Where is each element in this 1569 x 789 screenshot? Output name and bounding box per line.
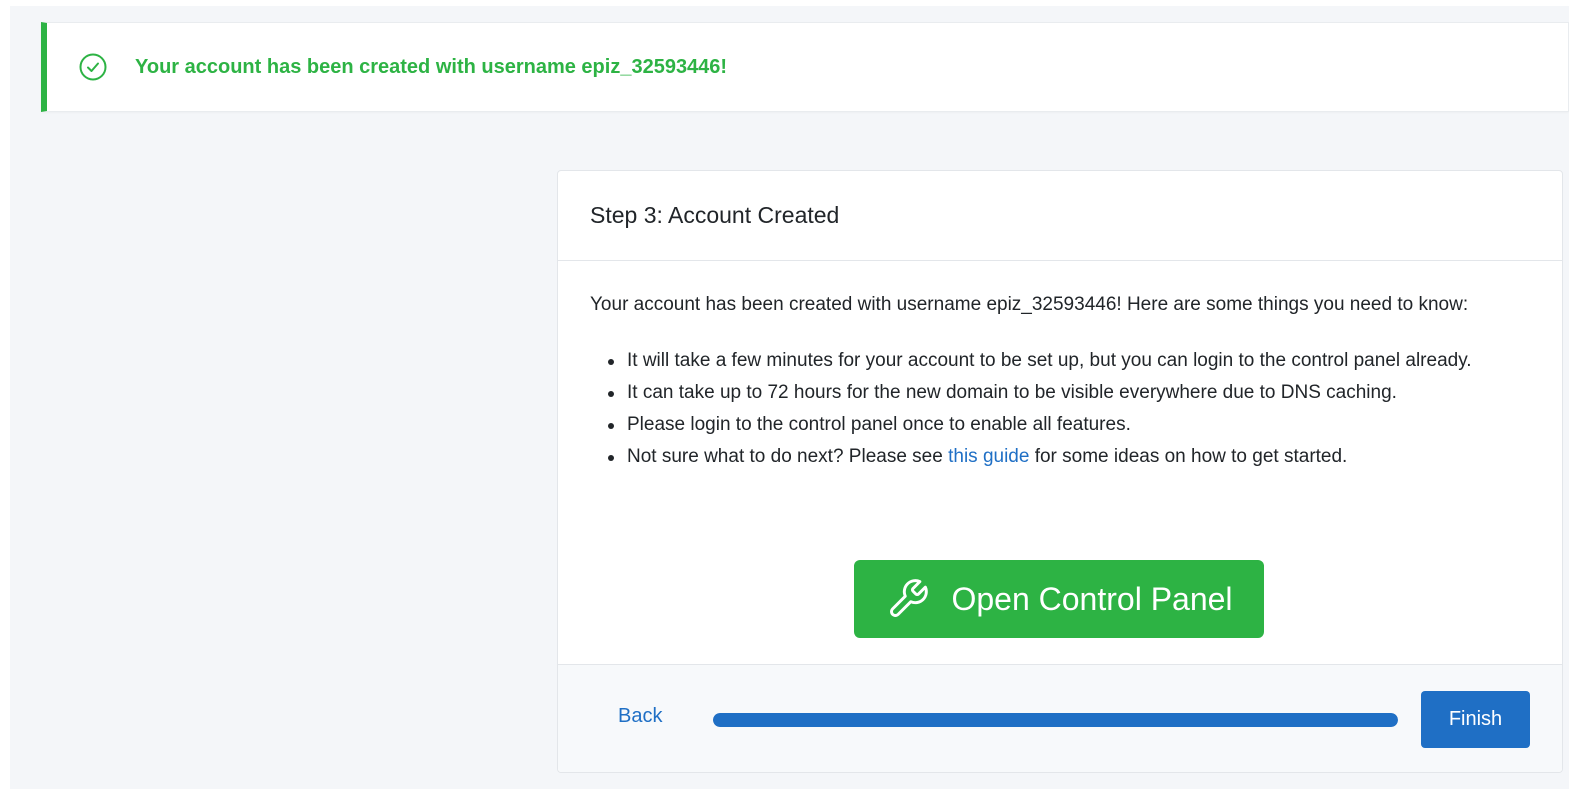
progress-bar	[713, 713, 1398, 727]
left-strip	[0, 0, 10, 789]
open-control-panel-button[interactable]: Open Control Panel	[854, 560, 1264, 638]
open-control-panel-label: Open Control Panel	[951, 580, 1233, 617]
top-strip	[0, 0, 1569, 6]
list-item: Not sure what to do next? Please see thi…	[608, 441, 1530, 473]
wrench-icon	[885, 576, 931, 622]
intro-text: Your account has been created with usern…	[590, 294, 1469, 315]
back-button[interactable]: Back	[618, 705, 662, 728]
list-item: Please login to the control panel once t…	[608, 409, 1530, 441]
info-list: It will take a few minutes for your acco…	[590, 345, 1530, 473]
finish-button[interactable]: Finish	[1421, 691, 1530, 748]
list-item-text-after: for some ideas on how to get started.	[1029, 446, 1348, 467]
list-item-text-before: Not sure what to do next? Please see	[627, 446, 949, 467]
list-item: It will take a few minutes for your acco…	[608, 345, 1530, 377]
progress-bar-fill	[713, 713, 1398, 727]
wizard-card: Step 3: Account Created Your account has…	[557, 170, 1563, 773]
list-item: It can take up to 72 hours for the new d…	[608, 377, 1530, 409]
page: Your account has been created with usern…	[0, 0, 1569, 789]
check-circle-icon	[77, 51, 109, 83]
card-body: Your account has been created with usern…	[558, 261, 1562, 473]
success-alert: Your account has been created with usern…	[41, 22, 1569, 112]
guide-link[interactable]: this guide	[948, 446, 1029, 467]
alert-message: Your account has been created with usern…	[135, 55, 728, 78]
card-footer: Back Finish	[558, 664, 1562, 772]
card-title: Step 3: Account Created	[558, 171, 1562, 261]
